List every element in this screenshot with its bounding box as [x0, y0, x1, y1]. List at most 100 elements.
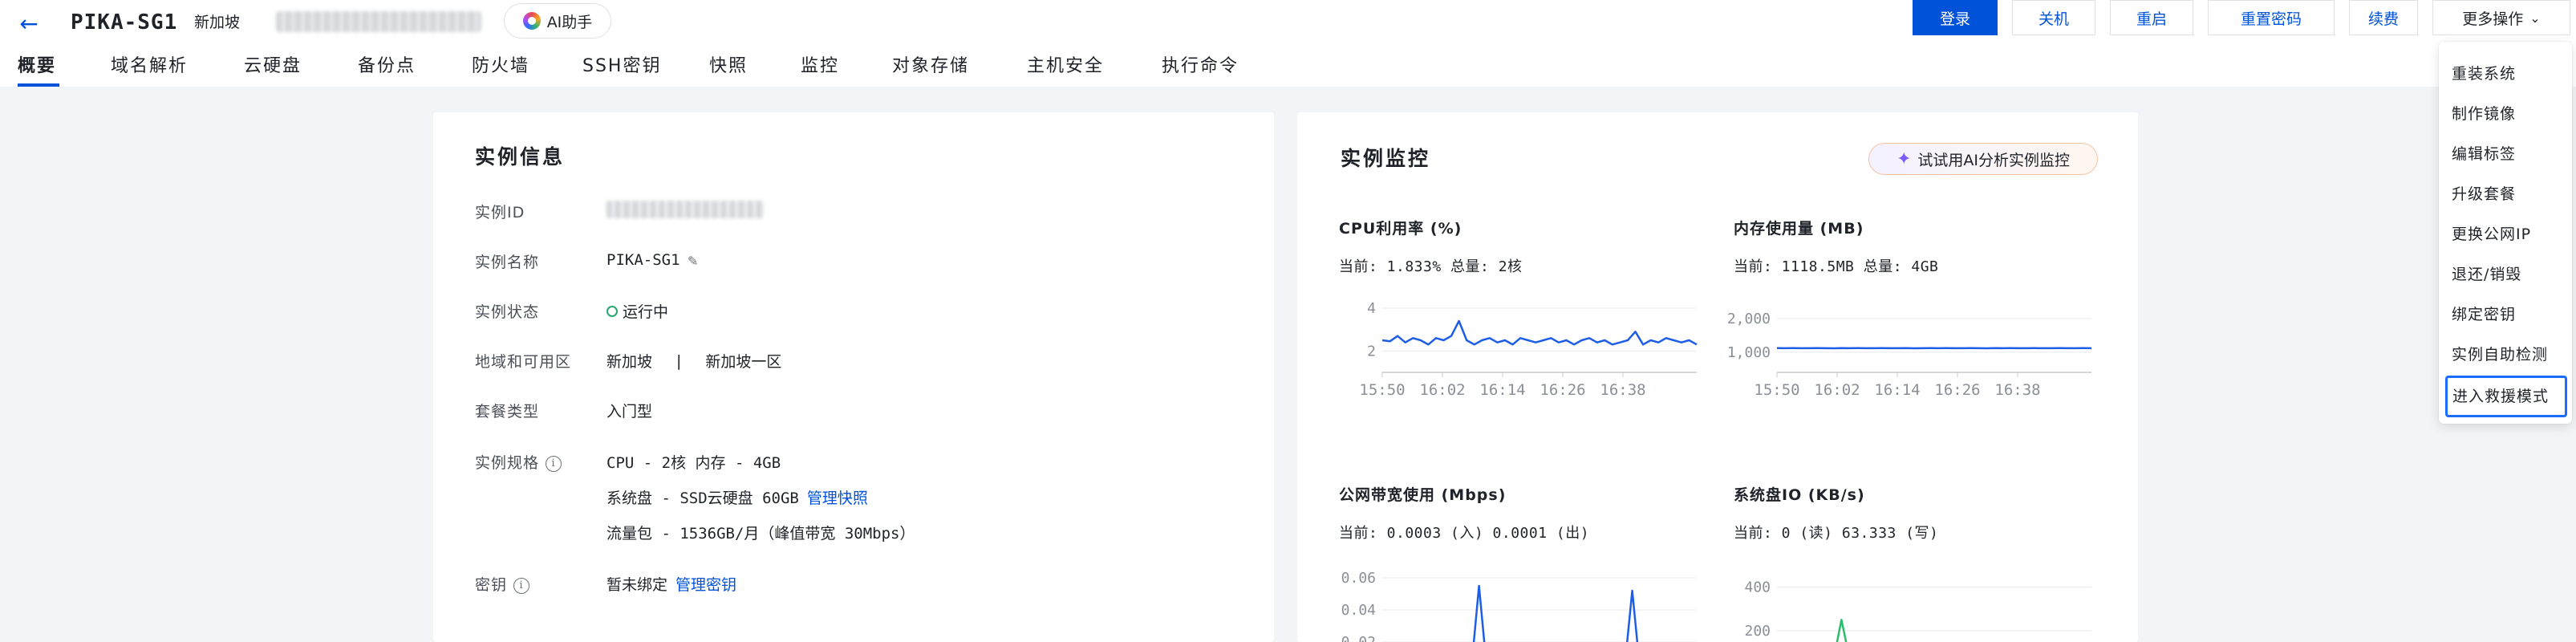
- chevron-down-icon: ⌄: [2529, 10, 2540, 26]
- menu-item-refund-destroy[interactable]: 退还/销毁: [2452, 257, 2521, 292]
- io-chart-summary: 当前: 0 (读) 63.333 (写): [1734, 522, 1938, 542]
- menu-item-bind-key[interactable]: 绑定密钥: [2452, 297, 2516, 332]
- instance-id-label: 实例ID: [475, 201, 525, 222]
- mem-chart-summary: 当前: 1118.5MB 总量: 4GB: [1734, 255, 1938, 276]
- top-bar: ← PIKA-SG1 新加坡 AI助手 登录 关机 重启 重置密码 续费 更多操…: [0, 0, 2576, 87]
- cpu-chart-title: CPU利用率 (%): [1339, 217, 1462, 238]
- ai-analyze-label: 试试用AI分析实例监控: [1917, 148, 2070, 170]
- mem-chart: 2,0001,00015:5016:0216:1416:2616:38: [1721, 291, 2098, 403]
- tab-overview[interactable]: 概要: [18, 50, 56, 83]
- ai-analyze-monitor-button[interactable]: ✦ 试试用AI分析实例监控: [1868, 143, 2098, 175]
- y-tick-label: 0.04: [1341, 602, 1376, 619]
- shutdown-button[interactable]: 关机: [2012, 0, 2095, 35]
- instance-name-value: PIKA-SG1 ✎: [606, 250, 698, 270]
- cpu-chart: 4 2 15:50 16:02 16:14 16:26 16:38: [1326, 291, 1703, 403]
- manage-key-link[interactable]: 管理密钥: [675, 573, 736, 595]
- net-chart: 0.06 0.04 0.02: [1326, 559, 1703, 642]
- menu-item-edit-tags[interactable]: 编辑标签: [2452, 136, 2516, 172]
- x-tick-label: 16:02: [1814, 381, 1860, 399]
- renew-button[interactable]: 续费: [2349, 0, 2418, 35]
- net-chart-summary: 当前: 0.0003 (入) 0.0001 (出): [1339, 522, 1589, 542]
- more-actions-label: 更多操作: [2462, 7, 2523, 29]
- x-tick-label: 16:26: [1934, 381, 1980, 399]
- instance-id-redacted: [606, 201, 764, 218]
- zone-region: 新加坡: [606, 350, 652, 372]
- tab-monitor[interactable]: 监控: [801, 50, 839, 83]
- sparkle-icon: ✦: [1897, 149, 1911, 169]
- instance-info-card: 实例信息 实例ID 实例名称 PIKA-SG1 ✎ 实例状态 运行中 地域和可用…: [433, 112, 1274, 642]
- x-tick-label: 16:02: [1419, 381, 1465, 399]
- zone-separator: |: [676, 352, 681, 370]
- x-tick-label: 15:50: [1359, 381, 1405, 399]
- tab-host-security[interactable]: 主机安全: [1027, 50, 1104, 83]
- active-tab-indicator: [18, 83, 59, 87]
- monitor-title: 实例监控: [1341, 143, 1430, 172]
- menu-item-reinstall[interactable]: 重装系统: [2452, 56, 2516, 91]
- y-tick-label: 2: [1367, 343, 1376, 360]
- y-tick-label: 2,000: [1727, 311, 1771, 327]
- edit-pencil-icon[interactable]: ✎: [688, 250, 698, 270]
- io-chart: 400200: [1721, 559, 2098, 642]
- spec-cpu: CPU - 2核 内存 - 4GB: [606, 451, 781, 473]
- key-status: 暂未绑定: [606, 573, 667, 595]
- tab-object-storage[interactable]: 对象存储: [892, 50, 969, 83]
- y-tick-label: 1,000: [1727, 344, 1771, 361]
- tab-cloud-disk[interactable]: 云硬盘: [244, 50, 302, 83]
- menu-item-self-check[interactable]: 实例自助检测: [2452, 337, 2548, 372]
- x-tick-label: 16:38: [1600, 381, 1645, 399]
- region-label: 新加坡: [194, 5, 240, 40]
- tab-ssh-key[interactable]: SSH密钥: [582, 50, 661, 83]
- zone-label: 地域和可用区: [475, 350, 571, 372]
- menu-item-change-ip[interactable]: 更换公网IP: [2452, 217, 2531, 252]
- y-tick-label: 0.02: [1341, 634, 1376, 642]
- spec-disk-text: 系统盘 - SSD云硬盘 60GB: [606, 486, 799, 508]
- arrow-left-icon[interactable]: ←: [13, 8, 45, 40]
- zone-value: 新加坡 | 新加坡一区: [606, 350, 781, 372]
- series-line: [1382, 586, 1697, 642]
- package-label: 套餐类型: [475, 400, 539, 421]
- tab-dns[interactable]: 域名解析: [111, 50, 188, 83]
- x-tick-label: 16:14: [1874, 381, 1920, 399]
- restart-button[interactable]: 重启: [2110, 0, 2193, 35]
- more-actions-menu: 重装系统 制作镜像 编辑标签 升级套餐 更换公网IP 退还/销毁 绑定密钥 实例…: [2439, 42, 2572, 424]
- status-running-icon: [606, 306, 618, 317]
- series-line: [1382, 321, 1697, 344]
- x-tick-label: 15:50: [1754, 381, 1799, 399]
- y-tick-label: 0.06: [1341, 570, 1376, 587]
- tab-bar: 概要 域名解析 云硬盘 备份点 防火墙 SSH密钥 快照 监控 对象存储 主机安…: [0, 50, 1324, 87]
- menu-item-upgrade[interactable]: 升级套餐: [2452, 177, 2516, 212]
- mem-chart-title: 内存使用量 (MB): [1734, 217, 1864, 238]
- instance-name-label: 实例名称: [475, 250, 539, 272]
- spec-label: 实例规格 i: [475, 451, 562, 473]
- key-label: 密钥i: [475, 573, 529, 595]
- key-value: 暂未绑定 管理密钥: [606, 573, 736, 595]
- page-title: PIKA-SG1: [71, 5, 177, 40]
- status-text: 运行中: [623, 300, 668, 322]
- spec-label-text: 实例规格: [475, 454, 539, 472]
- cpu-chart-summary: 当前: 1.833% 总量: 2核: [1339, 255, 1523, 276]
- tab-run-command[interactable]: 执行命令: [1162, 50, 1239, 83]
- menu-item-make-image[interactable]: 制作镜像: [2452, 96, 2516, 132]
- more-actions-button[interactable]: 更多操作 ⌄: [2432, 0, 2570, 35]
- ai-assistant-button[interactable]: AI助手: [504, 3, 611, 39]
- public-ip-redacted: [276, 11, 481, 32]
- tab-backup[interactable]: 备份点: [358, 50, 416, 83]
- x-tick-label: 16:26: [1540, 381, 1585, 399]
- ai-logo-icon: [523, 12, 541, 30]
- login-button[interactable]: 登录: [1913, 0, 1998, 35]
- instance-status-label: 实例状态: [475, 300, 539, 322]
- info-icon[interactable]: i: [546, 456, 562, 472]
- reset-password-button[interactable]: 重置密码: [2208, 0, 2335, 35]
- tab-firewall[interactable]: 防火墙: [472, 50, 529, 83]
- manage-snapshot-link[interactable]: 管理快照: [807, 486, 868, 508]
- instance-monitor-card: 实例监控 ✦ 试试用AI分析实例监控 CPU利用率 (%) 当前: 1.833%…: [1297, 112, 2138, 642]
- info-icon[interactable]: i: [513, 578, 529, 594]
- y-tick-label: 400: [1744, 579, 1771, 596]
- x-tick-label: 16:14: [1479, 381, 1525, 399]
- net-chart-title: 公网带宽使用 (Mbps): [1339, 483, 1506, 505]
- tab-snapshot[interactable]: 快照: [709, 50, 748, 83]
- spec-disk: 系统盘 - SSD云硬盘 60GB 管理快照: [606, 486, 868, 508]
- y-tick-label: 4: [1367, 300, 1376, 317]
- instance-id-value: [606, 201, 764, 218]
- menu-item-rescue-mode[interactable]: 进入救援模式: [2445, 376, 2567, 417]
